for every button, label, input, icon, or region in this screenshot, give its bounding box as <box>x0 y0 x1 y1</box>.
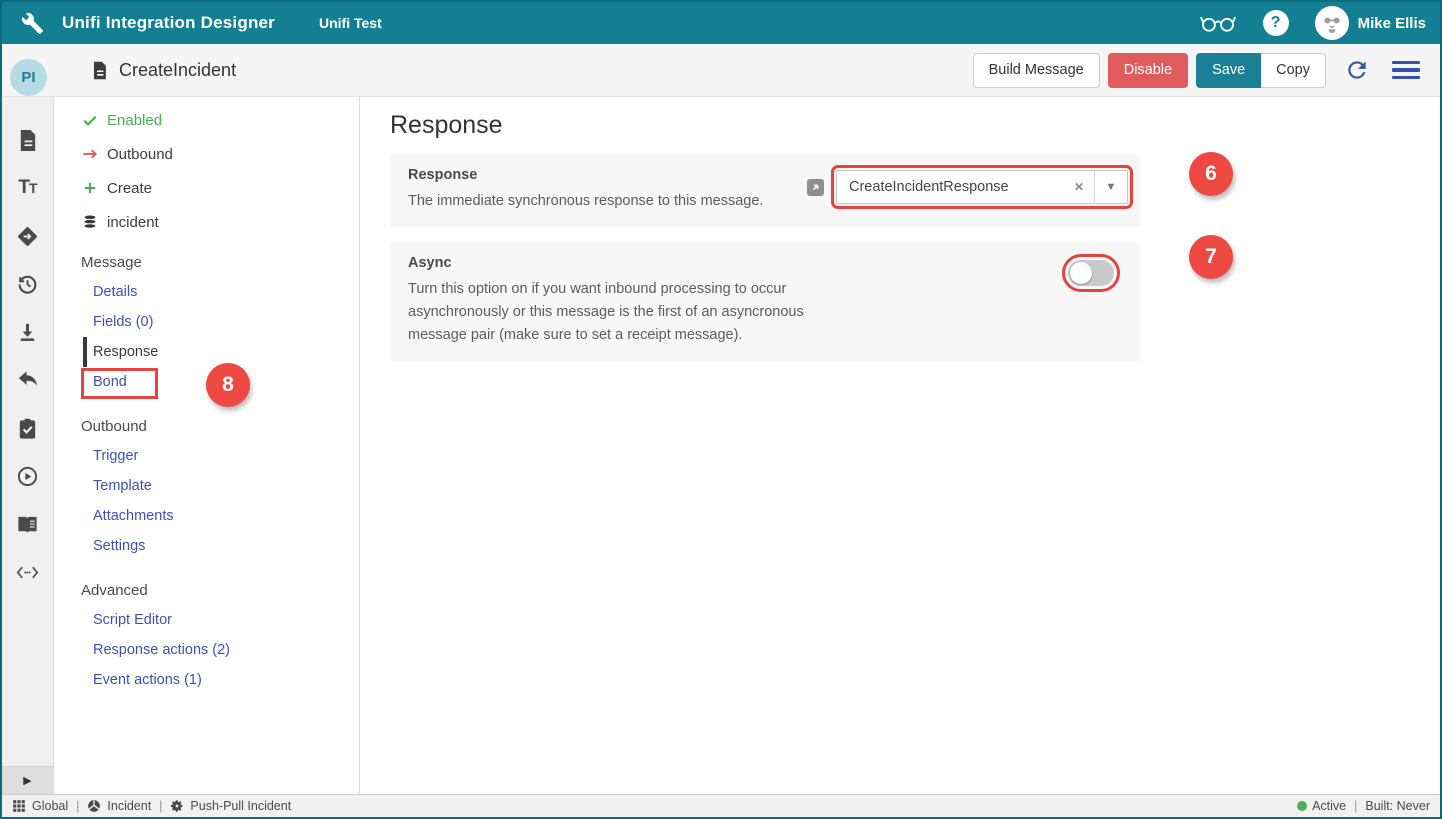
app-indicator[interactable]: Incident <box>87 799 151 813</box>
separator: | <box>76 799 79 813</box>
response-field-card: Response The immediate synchronous respo… <box>390 154 1140 226</box>
expand-arrow-icon: ▶ <box>23 774 31 787</box>
nav-item-script-editor[interactable]: Script Editor <box>83 605 359 635</box>
async-toggle[interactable] <box>1068 260 1114 286</box>
nav-item-enabled[interactable]: Enabled <box>81 103 359 137</box>
clear-icon[interactable]: ✕ <box>1064 180 1094 194</box>
nav-item-outbound[interactable]: Outbound <box>81 137 359 171</box>
chevron-down-icon[interactable]: ▼ <box>1095 181 1127 193</box>
active-status-label: Active <box>1312 799 1346 813</box>
code-icon[interactable] <box>2 548 54 596</box>
copy-button[interactable]: Copy <box>1261 53 1326 88</box>
download-icon[interactable] <box>2 308 54 356</box>
build-message-button[interactable]: Build Message <box>973 53 1100 88</box>
documents-icon[interactable] <box>2 116 54 164</box>
gear-icon <box>170 799 184 813</box>
message-header-bar: CreateIncident Build Message Disable Sav… <box>2 44 1440 97</box>
process-indicator[interactable]: Push-Pull Incident <box>170 799 291 813</box>
nav-item-bond[interactable]: Bond <box>83 367 359 397</box>
nav-label-outbound: Outbound <box>107 146 173 163</box>
nav-item-details[interactable]: Details <box>83 277 359 307</box>
nav-section-outbound: Outbound <box>81 411 359 441</box>
top-app-bar: Unifi Integration Designer Unifi Test ? … <box>2 2 1440 44</box>
nav-section-message: Message <box>81 247 359 277</box>
nav-item-template[interactable]: Template <box>83 471 359 501</box>
scope-label: Global <box>32 799 68 813</box>
scope-indicator[interactable]: Global <box>12 799 68 813</box>
toggle-knob-icon <box>1070 262 1092 284</box>
glasses-icon[interactable] <box>1199 11 1237 35</box>
response-select[interactable]: CreateIncidentResponse ✕ ▼ <box>836 170 1128 204</box>
integration-avatar[interactable]: PI <box>10 59 47 96</box>
user-avatar <box>1315 6 1349 40</box>
check-icon <box>81 112 99 128</box>
database-icon <box>81 214 99 230</box>
save-button[interactable]: Save <box>1196 53 1261 88</box>
response-field-description: The immediate synchronous response to th… <box>408 190 807 213</box>
arrow-right-icon <box>81 147 99 161</box>
response-select-value: CreateIncidentResponse <box>837 179 1064 195</box>
async-field-label: Async <box>408 255 1068 271</box>
open-reference-icon[interactable] <box>807 179 824 196</box>
status-bar: Global | Incident | Push-Pull Incident A… <box>2 794 1440 817</box>
nav-label-create: Create <box>107 180 152 197</box>
user-name: Mike Ellis <box>1358 15 1426 32</box>
user-menu[interactable]: Mike Ellis <box>1315 6 1426 40</box>
unifi-integration-designer-window: Unifi Integration Designer Unifi Test ? … <box>0 0 1442 819</box>
message-nav-panel: Enabled Outbound Create incident Message… <box>54 97 360 794</box>
help-glyph: ? <box>1271 14 1281 32</box>
hamburger-menu-button[interactable] <box>1392 61 1420 80</box>
nav-label-enabled: Enabled <box>107 112 162 129</box>
wrench-icon <box>20 11 44 35</box>
nav-item-trigger[interactable]: Trigger <box>83 441 359 471</box>
incident-app-icon <box>87 799 101 813</box>
play-circle-icon[interactable] <box>2 452 54 500</box>
disable-button[interactable]: Disable <box>1108 53 1188 88</box>
async-field-description: Turn this option on if you want inbound … <box>408 278 853 347</box>
nav-item-event-actions[interactable]: Event actions (1) <box>83 665 359 695</box>
milestone-icon[interactable] <box>2 212 54 260</box>
nav-item-response-actions[interactable]: Response actions (2) <box>83 635 359 665</box>
sidebar-expand-button[interactable]: ▶ <box>2 766 54 794</box>
task-check-icon[interactable] <box>2 404 54 452</box>
section-heading: Response <box>390 111 1440 140</box>
message-document-icon <box>90 59 109 82</box>
environment-label: Unifi Test <box>319 15 382 31</box>
history-icon[interactable] <box>2 260 54 308</box>
response-section: Response Response The immediate synchron… <box>360 97 1440 794</box>
refresh-icon <box>1344 57 1370 83</box>
response-field-label: Response <box>408 167 807 183</box>
separator: | <box>1354 799 1357 813</box>
nav-item-create[interactable]: Create <box>81 171 359 205</box>
active-status-icon <box>1297 801 1307 811</box>
user-face-icon <box>1317 8 1347 38</box>
nav-item-attachments[interactable]: Attachments <box>83 501 359 531</box>
icon-rail: TT ▶ <box>2 97 54 794</box>
async-field-card: Async Turn this option on if you want in… <box>390 242 1140 360</box>
grid-icon <box>12 799 26 813</box>
save-copy-group: Save Copy <box>1196 53 1326 88</box>
separator: | <box>159 799 162 813</box>
app-label: Incident <box>107 799 151 813</box>
page-title: CreateIncident <box>119 60 236 81</box>
help-button[interactable]: ? <box>1263 10 1289 36</box>
undo-icon[interactable] <box>2 356 54 404</box>
text-format-icon[interactable]: TT <box>2 164 54 212</box>
nav-item-fields[interactable]: Fields (0) <box>83 307 359 337</box>
built-status-label: Built: Never <box>1365 799 1430 813</box>
hamburger-icon <box>1392 61 1420 65</box>
nav-item-settings[interactable]: Settings <box>83 531 359 561</box>
nav-section-advanced: Advanced <box>81 575 359 605</box>
plus-icon <box>81 181 99 195</box>
nav-label-incident: incident <box>107 214 159 231</box>
knowledge-book-icon[interactable] <box>2 500 54 548</box>
refresh-button[interactable] <box>1344 57 1370 83</box>
nav-item-response[interactable]: Response <box>83 337 359 367</box>
process-label: Push-Pull Incident <box>190 799 291 813</box>
nav-item-incident[interactable]: incident <box>81 205 359 239</box>
app-title: Unifi Integration Designer <box>62 13 275 33</box>
